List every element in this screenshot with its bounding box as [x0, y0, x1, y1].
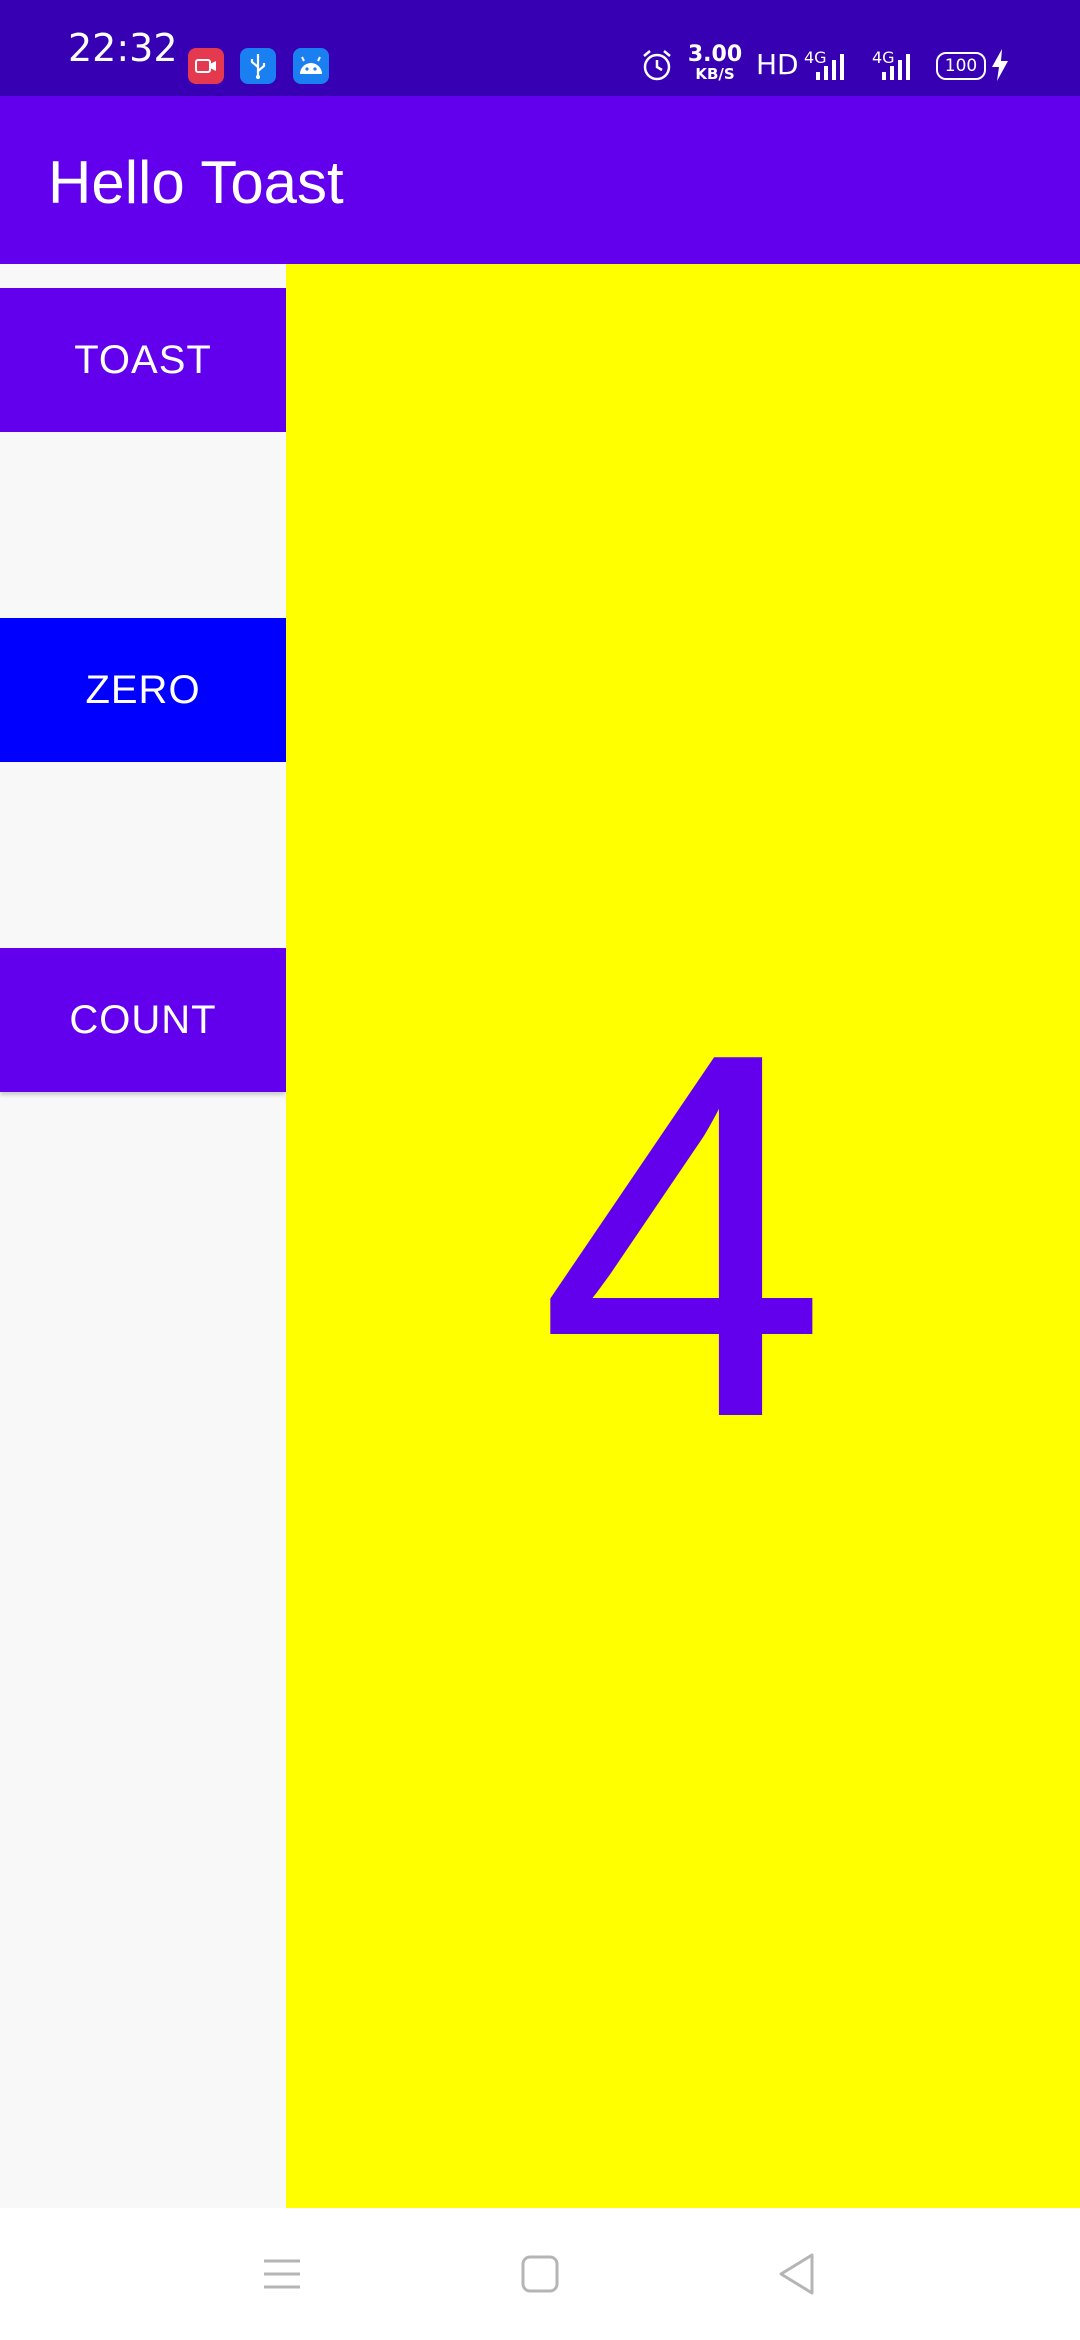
signal-1-icon: 4G [804, 48, 852, 82]
usb-icon [240, 48, 276, 84]
back-icon[interactable] [766, 2244, 826, 2304]
status-bar: 22:32 3.00 KB/S HD 4G 4G 100 [0, 0, 1080, 96]
battery-icon: 100 [936, 52, 986, 80]
zero-button[interactable]: ZERO [0, 618, 286, 762]
count-value: 4 [538, 945, 828, 1526]
app-bar: Hello Toast [0, 96, 1080, 264]
hd-indicator: HD [756, 48, 799, 81]
toast-button[interactable]: TOAST [0, 288, 286, 432]
button-column: TOAST ZERO COUNT [0, 264, 286, 2204]
net-speed-unit: KB/S [695, 65, 735, 83]
screen-record-icon [188, 48, 224, 84]
android-debug-icon [293, 48, 329, 84]
signal-2-icon: 4G [864, 48, 920, 82]
menu-icon[interactable] [252, 2244, 312, 2304]
app-title: Hello Toast [48, 149, 344, 216]
status-time: 22:32 [68, 26, 178, 70]
home-icon[interactable] [510, 2244, 570, 2304]
navigation-bar [0, 2208, 1080, 2340]
net-speed: 3.00 KB/S [686, 42, 744, 83]
net-speed-value: 3.00 [687, 42, 743, 67]
alarm-icon [643, 50, 671, 81]
battery-level: 100 [944, 56, 978, 76]
count-button[interactable]: COUNT [0, 948, 286, 1092]
charging-icon [992, 49, 1008, 81]
status-indicators: 3.00 KB/S HD 4G 4G 100 [640, 0, 1080, 96]
count-display: 4 [286, 264, 1080, 2208]
